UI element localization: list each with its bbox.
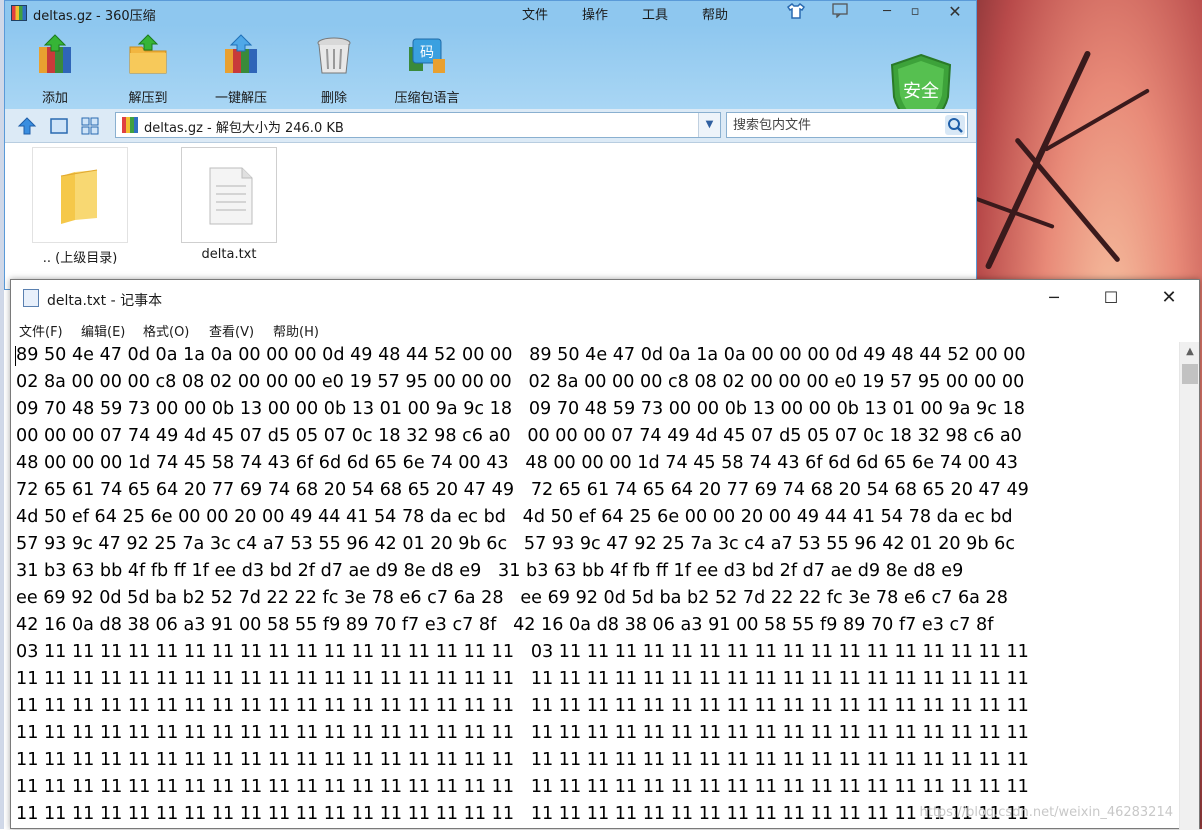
archive-window: deltas.gz - 360压缩 文件 操作 工具 帮助 ─ ▫ ✕ 添加 解… — [4, 0, 977, 290]
archive-language-label: 压缩包语言 — [394, 91, 460, 106]
watermark-text: https://blog.csdn.net/weixin_46283214 — [919, 805, 1173, 820]
archive-window-title: deltas.gz - 360压缩 — [33, 9, 156, 24]
archive-language-icon: 码 — [405, 33, 449, 77]
menu-operation[interactable]: 操作 — [582, 4, 608, 23]
close-icon[interactable]: ✕ — [1146, 280, 1192, 316]
svg-text:码: 码 — [420, 45, 434, 61]
menu-tools[interactable]: 工具 — [642, 4, 668, 23]
delta-txt-label: delta.txt — [201, 247, 257, 262]
archive-path-icon — [122, 117, 138, 133]
notepad-menubar: 文件(F) 编辑(E) 格式(O) 查看(V) 帮助(H) — [11, 316, 1199, 342]
menu-help[interactable]: 帮助 — [702, 4, 728, 23]
text-line: 11 11 11 11 11 11 11 11 11 11 11 11 11 1… — [16, 750, 1029, 770]
text-line: 72 65 61 74 65 64 20 77 69 74 68 20 54 6… — [16, 480, 1029, 500]
text-line: ee 69 92 0d 5d ba b2 52 7d 22 22 fc 3e 7… — [16, 588, 1008, 608]
delete-label: 删除 — [320, 91, 347, 106]
view-grid-icon[interactable] — [80, 116, 100, 136]
text-line: 89 50 4e 47 0d 0a 1a 0a 00 00 00 0d 49 4… — [16, 345, 1026, 365]
feedback-icon[interactable] — [828, 2, 852, 22]
archive-app-icon — [11, 5, 27, 21]
text-line: 11 11 11 11 11 11 11 11 11 11 11 11 11 1… — [16, 669, 1029, 689]
chevron-down-icon[interactable]: ▼ — [698, 113, 720, 137]
menu-file[interactable]: 文件(F) — [19, 321, 63, 340]
menu-format[interactable]: 格式(O) — [143, 321, 189, 340]
one-click-extract-button[interactable]: 一键解压 — [201, 33, 281, 106]
add-button[interactable]: 添加 — [15, 33, 95, 106]
text-line: 42 16 0a d8 38 06 a3 91 00 58 55 f9 89 7… — [16, 615, 994, 635]
text-line: 00 00 00 07 74 49 4d 45 07 d5 05 07 0c 1… — [16, 426, 1022, 446]
one-click-extract-icon — [219, 33, 263, 77]
text-file-icon — [209, 167, 253, 225]
search-field[interactable] — [726, 112, 968, 138]
text-line: 57 93 9c 47 92 25 7a 3c c4 a7 53 55 96 4… — [16, 534, 1016, 554]
menu-edit[interactable]: 编辑(E) — [81, 321, 125, 340]
delete-button[interactable]: 删除 — [294, 33, 374, 106]
text-line: 03 11 11 11 11 11 11 11 11 11 11 11 11 1… — [16, 642, 1029, 662]
extract-to-button[interactable]: 解压到 — [108, 33, 188, 106]
parent-folder-label: .. (上级目录) — [42, 251, 118, 266]
scrollbar-thumb[interactable] — [1182, 364, 1198, 384]
archive-titlebar: deltas.gz - 360压缩 文件 操作 工具 帮助 ─ ▫ ✕ — [5, 1, 976, 25]
minimize-icon[interactable]: ─ — [875, 2, 899, 22]
text-editor-area[interactable]: 89 50 4e 47 0d 0a 1a 0a 00 00 00 0d 49 4… — [11, 342, 1181, 830]
skin-shirt-icon[interactable] — [784, 2, 808, 22]
text-line: 31 b3 63 bb 4f fb ff 1f ee d3 bd 2f d7 a… — [16, 561, 964, 581]
path-field[interactable]: deltas.gz - 解包大小为 246.0 KB ▼ — [115, 112, 721, 138]
one-click-extract-label: 一键解压 — [214, 91, 267, 106]
view-large-icon[interactable] — [49, 116, 69, 136]
text-line: 02 8a 00 00 00 c8 08 02 00 00 00 e0 19 5… — [16, 372, 1025, 392]
archive-toolbar: 添加 解压到 一键解压 删除 码 压缩包语言 安全 — [5, 25, 976, 129]
maximize-icon[interactable]: ▫ — [903, 2, 927, 22]
parent-folder-item[interactable] — [32, 147, 128, 243]
search-icon[interactable] — [945, 115, 965, 135]
vertical-scrollbar[interactable]: ▲ — [1179, 342, 1199, 830]
menu-view[interactable]: 查看(V) — [209, 321, 254, 340]
notepad-app-icon — [23, 289, 39, 307]
folder-icon — [60, 169, 98, 224]
menu-help[interactable]: 帮助(H) — [273, 321, 319, 340]
up-arrow-icon[interactable] — [17, 116, 37, 136]
text-line: 11 11 11 11 11 11 11 11 11 11 11 11 11 1… — [16, 696, 1029, 716]
text-line: 48 00 00 00 1d 74 45 58 74 43 6f 6d 6d 6… — [16, 453, 1018, 473]
notepad-titlebar: delta.txt - 记事本 ─ ☐ ✕ — [11, 280, 1199, 316]
menu-file[interactable]: 文件 — [522, 4, 548, 23]
text-line: 11 11 11 11 11 11 11 11 11 11 11 11 11 1… — [16, 723, 1029, 743]
search-input[interactable] — [731, 116, 941, 134]
trash-icon — [312, 33, 356, 77]
archive-language-button[interactable]: 码 压缩包语言 — [387, 33, 467, 106]
notepad-window-title: delta.txt - 记事本 — [47, 293, 163, 309]
path-text: deltas.gz - 解包大小为 246.0 KB — [144, 121, 344, 136]
text-line: 11 11 11 11 11 11 11 11 11 11 11 11 11 1… — [16, 804, 1029, 824]
security-shield-label: 安全 — [903, 81, 939, 102]
notepad-window: delta.txt - 记事本 ─ ☐ ✕ 文件(F) 编辑(E) 格式(O) … — [10, 279, 1200, 830]
text-line: 11 11 11 11 11 11 11 11 11 11 11 11 11 1… — [16, 777, 1029, 797]
text-line: 4d 50 ef 64 25 6e 00 00 20 00 49 44 41 5… — [16, 507, 1013, 527]
add-archive-icon — [33, 33, 77, 77]
text-line: 09 70 48 59 73 00 00 0b 13 00 00 0b 13 0… — [16, 399, 1025, 419]
delta-txt-item[interactable] — [181, 147, 277, 243]
scroll-up-icon[interactable]: ▲ — [1180, 342, 1200, 362]
minimize-icon[interactable]: ─ — [1031, 280, 1077, 316]
archive-nav-bar: deltas.gz - 解包大小为 246.0 KB ▼ — [5, 109, 976, 143]
add-label: 添加 — [41, 91, 68, 106]
close-icon[interactable]: ✕ — [943, 2, 967, 22]
extract-to-label: 解压到 — [128, 91, 168, 106]
extract-to-icon — [126, 33, 170, 77]
maximize-icon[interactable]: ☐ — [1088, 280, 1134, 316]
